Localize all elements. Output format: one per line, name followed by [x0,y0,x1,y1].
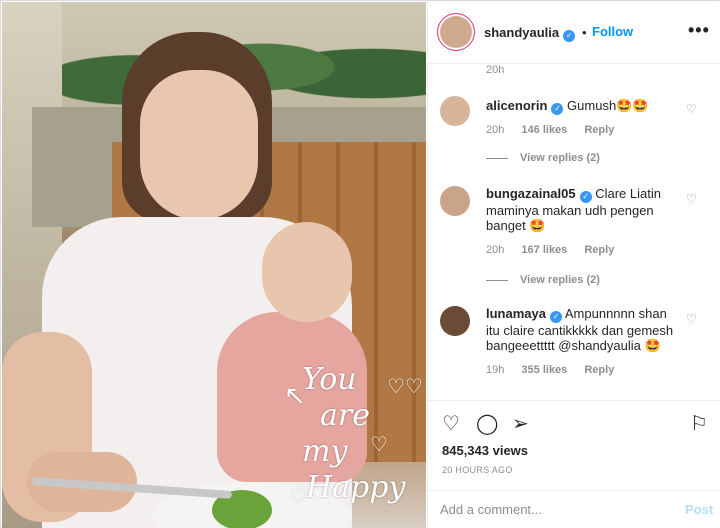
verified-badge-icon: ✓ [549,311,562,323]
add-comment-input[interactable] [440,499,660,519]
instagram-post-window: You are my Happy ♡♡ ♡ ♡ ↖ shandyaulia ✓ •… [0,0,720,528]
author-username-text[interactable]: shandyaulia [484,25,559,40]
view-replies-label[interactable]: View replies (2) [520,274,600,286]
heart-doodle-icon: ♡ [290,486,308,508]
like-comment-heart-icon[interactable]: ♡ [686,312,697,326]
replies-line [486,157,508,159]
reply-button[interactable]: Reply [584,364,614,376]
comment-bubble-icon[interactable]: ◯ [476,411,498,436]
author-username[interactable]: shandyaulia ✓ [484,25,576,42]
comment-time[interactable]: 19h [486,364,504,376]
comments-list[interactable]: 20h alicenorin ✓ Gumush🤩🤩 ♡ 20h 146 likes… [428,64,720,400]
previous-comment-time: 20h [486,64,505,76]
comment-meta: 20h 146 likes Reply [486,124,628,136]
post-timestamp[interactable]: 20 HOURS AGO [442,465,513,475]
post-photo[interactable]: You are my Happy ♡♡ ♡ ♡ ↖ [2,2,426,528]
comment-likes[interactable]: 146 likes [521,124,567,136]
comment-likes[interactable]: 167 likes [521,244,567,256]
post-side-panel: shandyaulia ✓ • Follow ••• 20h alicenorin… [427,2,720,528]
add-comment-bar: Post [428,490,720,528]
commenter-avatar[interactable] [440,96,470,126]
heart-doodle-icon: ♡ [370,434,388,456]
commenter-avatar[interactable] [440,186,470,216]
replies-line [486,279,508,281]
arrow-doodle-icon: ↖ [284,380,306,410]
comment-body: lunamaya ✓ Ampunnnnn shan itu claire cant… [486,306,682,353]
comment-time[interactable]: 20h [486,244,504,256]
overlay-word: are [320,398,370,433]
view-count[interactable]: 845,343 views [442,443,528,458]
author-avatar[interactable] [440,16,472,48]
comment-username[interactable]: bungazainal05 [486,186,576,201]
comment-username[interactable]: alicenorin [486,98,547,113]
like-comment-heart-icon[interactable]: ♡ [686,102,697,116]
comment-meta: 19h 355 likes Reply [486,364,628,376]
bookmark-icon[interactable]: ⚐ [690,411,708,436]
share-send-icon[interactable]: ➢ [512,411,529,436]
more-options-icon[interactable]: ••• [688,20,710,41]
verified-badge-icon: ✓ [551,103,564,115]
comment-likes[interactable]: 355 likes [521,364,567,376]
heart-doodle-icon: ♡♡ [387,376,423,398]
baby-head [262,222,352,322]
reply-button[interactable]: Reply [584,244,614,256]
comment-time[interactable]: 20h [486,124,504,136]
comment-body: bungazainal05 ✓ Clare Liatin maminya maka… [486,186,682,233]
verified-badge-icon: ✓ [579,191,592,203]
like-comment-heart-icon[interactable]: ♡ [686,192,697,206]
overlay-word: Happy [306,470,406,505]
post-comment-button[interactable]: Post [685,502,713,517]
comment-body: alicenorin ✓ Gumush🤩🤩 [486,98,682,115]
overlay-word: my [302,434,348,469]
like-heart-icon[interactable]: ♡ [442,411,460,436]
woman-face [140,70,258,220]
comment-text: Gumush🤩🤩 [567,98,649,113]
follow-button[interactable]: Follow [592,24,633,39]
separator-dot: • [582,25,587,40]
post-header: shandyaulia ✓ • Follow ••• [428,2,720,64]
post-actions-bar: ♡ ◯ ➢ ⚐ 845,343 views 20 HOURS AGO [428,400,720,490]
view-replies-label[interactable]: View replies (2) [520,152,600,164]
commenter-avatar[interactable] [440,306,470,336]
verified-badge-icon: ✓ [563,30,576,42]
view-replies-button[interactable]: View replies (2) [486,274,600,286]
view-replies-button[interactable]: View replies (2) [486,152,600,164]
reply-button[interactable]: Reply [584,124,614,136]
comment-username[interactable]: lunamaya [486,306,546,321]
comment-meta: 20h 167 likes Reply [486,244,628,256]
